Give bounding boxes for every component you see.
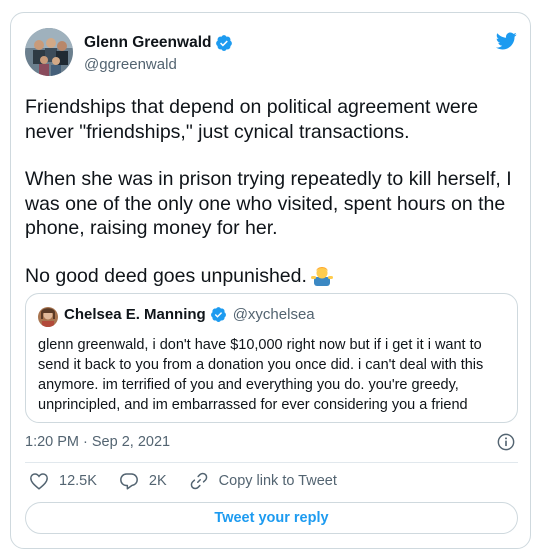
tweet-timestamp[interactable]: 1:20 PM · Sep 2, 2021 bbox=[25, 434, 170, 450]
divider bbox=[25, 462, 518, 463]
copy-link-label: Copy link to Tweet bbox=[218, 473, 337, 489]
heart-icon bbox=[30, 473, 48, 490]
like-count: 12.5K bbox=[59, 473, 97, 489]
tweet-text: Friendships that depend on political agr… bbox=[25, 95, 521, 292]
author-name-row[interactable]: Glenn Greenwald bbox=[84, 34, 233, 52]
reply-button[interactable]: 2K bbox=[119, 472, 167, 490]
author-avatar[interactable] bbox=[25, 28, 73, 76]
quoted-author-row[interactable]: Chelsea E. Manning @xychelsea bbox=[64, 306, 315, 323]
tweet-actions: 12.5K 2K Copy link to Tweet bbox=[29, 471, 359, 491]
verified-icon bbox=[210, 306, 227, 323]
quoted-author-handle[interactable]: @xychelsea bbox=[233, 306, 315, 323]
tweet-paragraph-1: Friendships that depend on political agr… bbox=[25, 96, 479, 143]
author-handle[interactable]: @ggreenwald bbox=[84, 56, 177, 73]
verified-icon bbox=[215, 34, 233, 52]
tweet-your-reply-button[interactable]: Tweet your reply bbox=[25, 502, 518, 534]
twitter-bird-icon[interactable] bbox=[494, 30, 518, 57]
quoted-author-avatar[interactable] bbox=[38, 307, 58, 327]
quoted-tweet[interactable]: Chelsea E. Manning @xychelsea glenn gree… bbox=[25, 293, 518, 423]
reply-count: 2K bbox=[148, 473, 167, 489]
reply-icon bbox=[119, 473, 138, 490]
info-icon[interactable] bbox=[497, 433, 515, 456]
tweet-paragraph-3: No good deed goes unpunished. bbox=[25, 264, 307, 287]
quoted-author-name[interactable]: Chelsea E. Manning bbox=[64, 306, 206, 323]
author-name[interactable]: Glenn Greenwald bbox=[84, 34, 211, 52]
copy-link-button[interactable]: Copy link to Tweet bbox=[189, 471, 337, 491]
tweet-card: Glenn Greenwald @ggreenwald Friendships … bbox=[10, 12, 531, 549]
tweet-paragraph-3-row: No good deed goes unpunished. bbox=[25, 264, 521, 293]
man-shrugging-emoji bbox=[310, 264, 333, 293]
quoted-tweet-text: glenn greenwald, i don't have $10,000 ri… bbox=[38, 337, 484, 413]
link-icon bbox=[190, 472, 207, 490]
tweet-paragraph-2: When she was in prison trying repeatedly… bbox=[25, 168, 512, 239]
like-button[interactable]: 12.5K bbox=[29, 472, 97, 490]
